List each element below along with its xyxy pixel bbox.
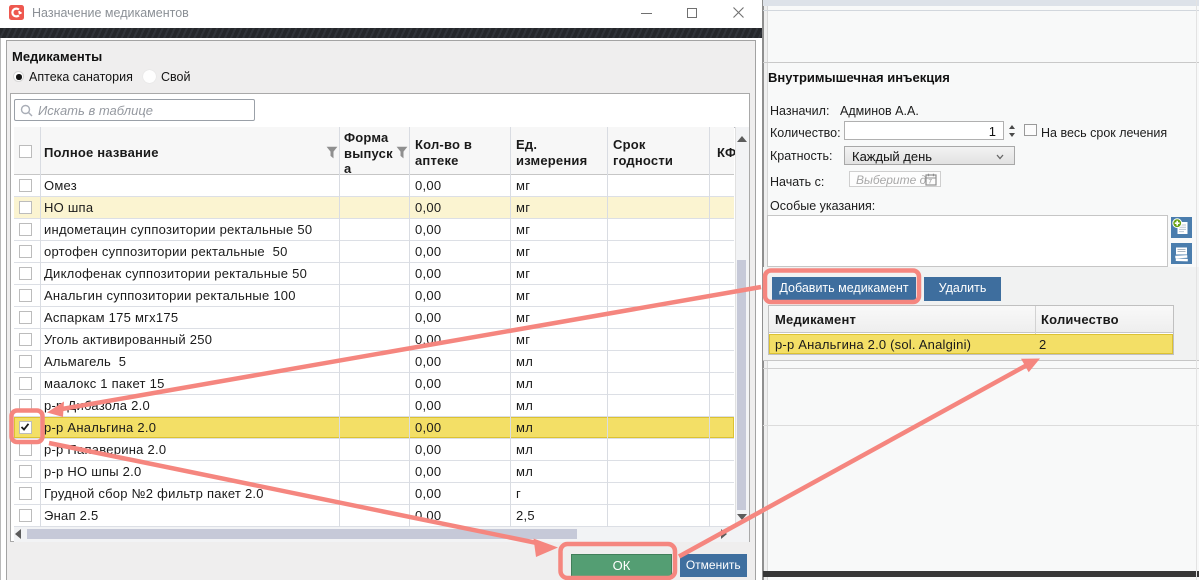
svg-text:7: 7 — [928, 179, 932, 186]
